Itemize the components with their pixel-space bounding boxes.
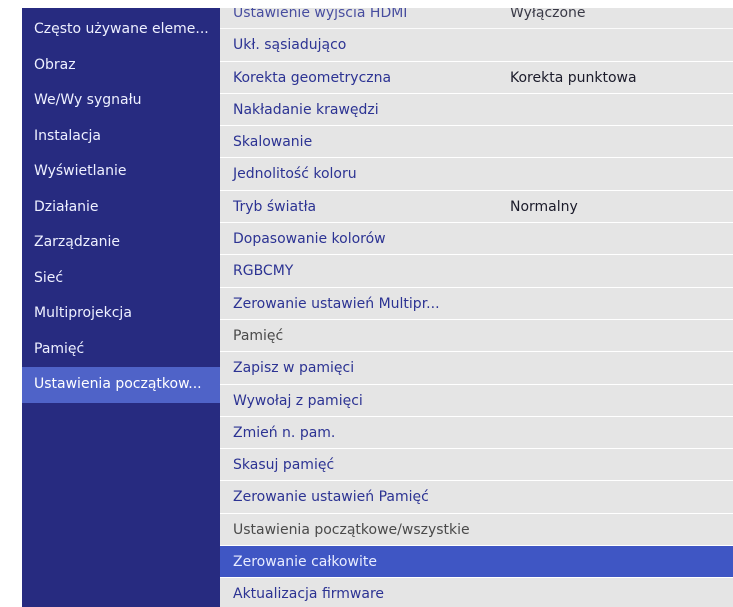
sidebar-item[interactable]: Instalacja <box>22 119 220 155</box>
sidebar-item[interactable]: Multiprojekcja <box>22 296 220 332</box>
menu-item[interactable]: Dopasowanie kolorów <box>220 223 733 256</box>
menu-item[interactable]: Ustawienie wyjścia HDMI Wyłączone <box>220 8 733 30</box>
section-header: Ustawienia początkowe/wszystkie <box>220 514 733 547</box>
menu-item-label: Skalowanie <box>233 134 313 151</box>
menu-item[interactable]: Ukł. sąsiadująco <box>220 29 733 62</box>
category-sidebar: Często używane eleme... Obraz We/Wy sygnał… <box>22 8 220 607</box>
menu-item-value: Korekta punktowa <box>510 69 637 86</box>
menu-item-label: Zerowanie całkowite <box>233 554 377 571</box>
sidebar-item[interactable]: Działanie <box>22 190 220 226</box>
menu-item[interactable]: Wywołaj z pamięci <box>220 385 733 417</box>
menu-item-label: Aktualizacja firmware <box>233 586 385 603</box>
menu-item-label: Zerowanie ustawień Multipr... <box>233 295 440 312</box>
menu-item-value: Wyłączone <box>510 8 586 21</box>
menu-item-value: Normalny <box>510 198 578 215</box>
menu-item[interactable]: Skalowanie <box>220 126 733 159</box>
menu-item-label: Dopasowanie kolorów <box>233 231 386 248</box>
menu-item[interactable]: RGBCMY <box>220 255 733 288</box>
sidebar-item[interactable]: Zarządzanie <box>22 225 220 261</box>
menu-item[interactable]: Zmień n. pam. <box>220 417 733 450</box>
menu-item[interactable]: Nakładanie krawędzi <box>220 94 733 127</box>
menu-item-label: Zmień n. pam. <box>233 424 336 441</box>
menu-item-label: Pamięć <box>233 327 284 344</box>
menu-item-label: Nakładanie krawędzi <box>233 101 379 118</box>
sidebar-item[interactable]: Często używane eleme... <box>22 12 220 48</box>
sidebar-item[interactable]: Sieć <box>22 261 220 297</box>
menu-item[interactable]: Korekta geometryczna Korekta punktowa <box>220 62 733 94</box>
menu-item[interactable]: Zerowanie ustawień Pamięć <box>220 481 733 514</box>
settings-list: Ustawienie wyjścia HDMI Wyłączone Ukł. sąs… <box>220 8 733 607</box>
menu-item-label: Ukł. sąsiadująco <box>233 37 347 54</box>
sidebar-item[interactable]: Ustawienia początkow... <box>22 367 220 403</box>
menu-item[interactable]: Aktualizacja firmware <box>220 578 733 607</box>
menu-item-label: Tryb światła <box>233 198 317 215</box>
menu-item-label: Skasuj pamięć <box>233 457 335 474</box>
menu-item-label: Korekta geometryczna <box>233 69 392 86</box>
menu-item-label: Wywołaj z pamięci <box>233 392 363 409</box>
menu-item-label: RGBCMY <box>233 263 294 280</box>
menu-item[interactable]: Zapisz w pamięci <box>220 352 733 385</box>
menu-item-label: Ustawienie wyjścia HDMI <box>233 8 408 21</box>
menu-item-label: Zerowanie ustawień Pamięć <box>233 489 429 506</box>
sidebar-item[interactable]: Wyświetlanie <box>22 154 220 190</box>
menu-item[interactable]: Zerowanie ustawień Multipr... <box>220 288 733 320</box>
sidebar-item[interactable]: Obraz <box>22 48 220 84</box>
menu-item[interactable]: Tryb światła Normalny <box>220 191 733 224</box>
menu-item-label: Jednolitość koloru <box>233 166 357 183</box>
sidebar-item[interactable]: We/Wy sygnału <box>22 83 220 119</box>
category-list: Często używane eleme... Obraz We/Wy sygnał… <box>22 12 220 403</box>
menu-item[interactable]: Jednolitość koloru <box>220 158 733 191</box>
menu-item[interactable]: Zerowanie całkowite <box>220 546 733 579</box>
menu-item[interactable]: Skasuj pamięć <box>220 449 733 482</box>
sidebar-item[interactable]: Pamięć <box>22 332 220 368</box>
menu-item-label: Zapisz w pamięci <box>233 360 355 377</box>
menu-item-label: Ustawienia początkowe/wszystkie <box>233 521 470 538</box>
settings-panel: Ustawienie wyjścia HDMI Wyłączone Ukł. sąs… <box>220 8 733 607</box>
section-header: Pamięć <box>220 320 733 353</box>
